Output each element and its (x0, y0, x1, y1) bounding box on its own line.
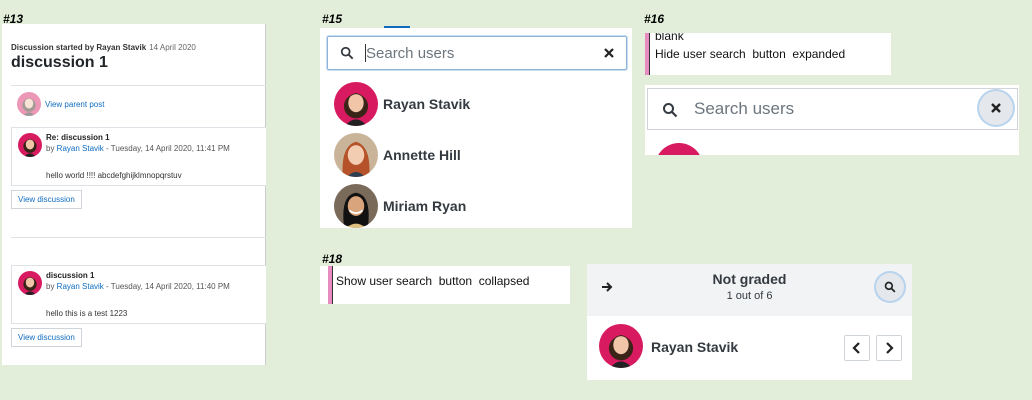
forum-post: Re: discussion 1 by Rayan Stavik - Tuesd… (11, 127, 266, 186)
post-body: hello world !!!! abcdefghijklmnopqrstuv (46, 171, 182, 180)
note-line-2: Hide user search button expanded (655, 47, 846, 61)
discussion-panel: Discussion started by Rayan Stavik 14 Apr… (2, 24, 266, 365)
divider (11, 237, 266, 238)
author-link[interactable]: Rayan Stavik (57, 282, 104, 291)
search-box[interactable]: Search users (647, 88, 1018, 130)
search-icon (663, 103, 678, 118)
avatar (599, 324, 643, 368)
hide-search-button[interactable] (979, 91, 1013, 125)
discussion-title: discussion 1 (11, 54, 108, 71)
post-byline: by Rayan Stavik - Tuesday, 14 April 2020… (46, 144, 230, 153)
label-15: #15 (322, 12, 343, 26)
search-box[interactable]: Search users (327, 36, 627, 70)
post-datetime: - Tuesday, 14 April 2020, 11:40 PM (103, 282, 230, 291)
view-parent-post-link[interactable]: View parent post (45, 100, 104, 109)
view-discussion-button[interactable]: View discussion (11, 328, 82, 347)
expanded-search-panel: Search users (645, 85, 1019, 155)
by-prefix: by (46, 144, 57, 153)
user-name: Rayan Stavik (383, 96, 471, 112)
search-input[interactable]: Search users (366, 45, 454, 62)
show-search-button[interactable] (876, 273, 904, 301)
avatar (334, 184, 378, 228)
clear-icon[interactable] (603, 47, 615, 59)
label-16: #16 (644, 12, 665, 26)
scenario-note: Show user search button collapsed (320, 266, 570, 304)
author-avatar (18, 133, 42, 157)
filter-count: 1 out of 6 (726, 290, 773, 302)
started-by: Discussion started by Rayan Stavik (11, 43, 147, 52)
scenario-note: blank Hide user search button expanded (645, 33, 891, 75)
forum-post: discussion 1 by Rayan Stavik - Tuesday, … (11, 265, 266, 324)
chevron-right-icon (886, 342, 894, 354)
note-line-1: blank (655, 33, 684, 43)
avatar (655, 143, 703, 155)
previous-user-button[interactable] (844, 335, 870, 361)
discussion-meta: Discussion started by Rayan Stavik 14 Apr… (11, 43, 196, 52)
filter-title: Not graded (712, 271, 787, 287)
author-link[interactable]: Rayan Stavik (57, 144, 104, 153)
user-name: Rayan Stavik (651, 339, 739, 355)
avatar (17, 92, 41, 116)
close-icon (991, 103, 1001, 113)
note-line: Show user search button collapsed (336, 274, 530, 288)
next-user-button[interactable] (876, 335, 902, 361)
user-search-panel: Search users Rayan Stavik Annette Hill M… (320, 28, 632, 228)
author-avatar (18, 271, 42, 295)
label-18: #18 (322, 252, 343, 266)
search-input[interactable]: Search users (694, 99, 794, 119)
divider (11, 85, 266, 86)
grader-user-panel: Not graded 1 out of 6 Rayan Stavik (587, 264, 912, 380)
accent-bar (328, 266, 333, 304)
post-body: hello this is a test 1223 (46, 309, 128, 318)
user-name: Miriam Ryan (383, 198, 467, 214)
avatar (334, 82, 378, 126)
by-prefix: by (46, 282, 57, 291)
post-datetime: - Tuesday, 14 April 2020, 11:41 PM (103, 144, 230, 153)
post-title: discussion 1 (46, 271, 95, 280)
discussion-date: 14 April 2020 (149, 43, 196, 52)
accent-bar (645, 33, 650, 75)
avatar (334, 133, 378, 177)
search-icon (884, 281, 896, 293)
grader-header: Not graded 1 out of 6 (587, 264, 912, 316)
chevron-left-icon (852, 342, 860, 354)
post-title: Re: discussion 1 (46, 133, 110, 142)
search-icon (340, 46, 354, 60)
post-byline: by Rayan Stavik - Tuesday, 14 April 2020… (46, 282, 230, 291)
view-discussion-button[interactable]: View discussion (11, 190, 82, 209)
user-name: Annette Hill (383, 147, 461, 163)
